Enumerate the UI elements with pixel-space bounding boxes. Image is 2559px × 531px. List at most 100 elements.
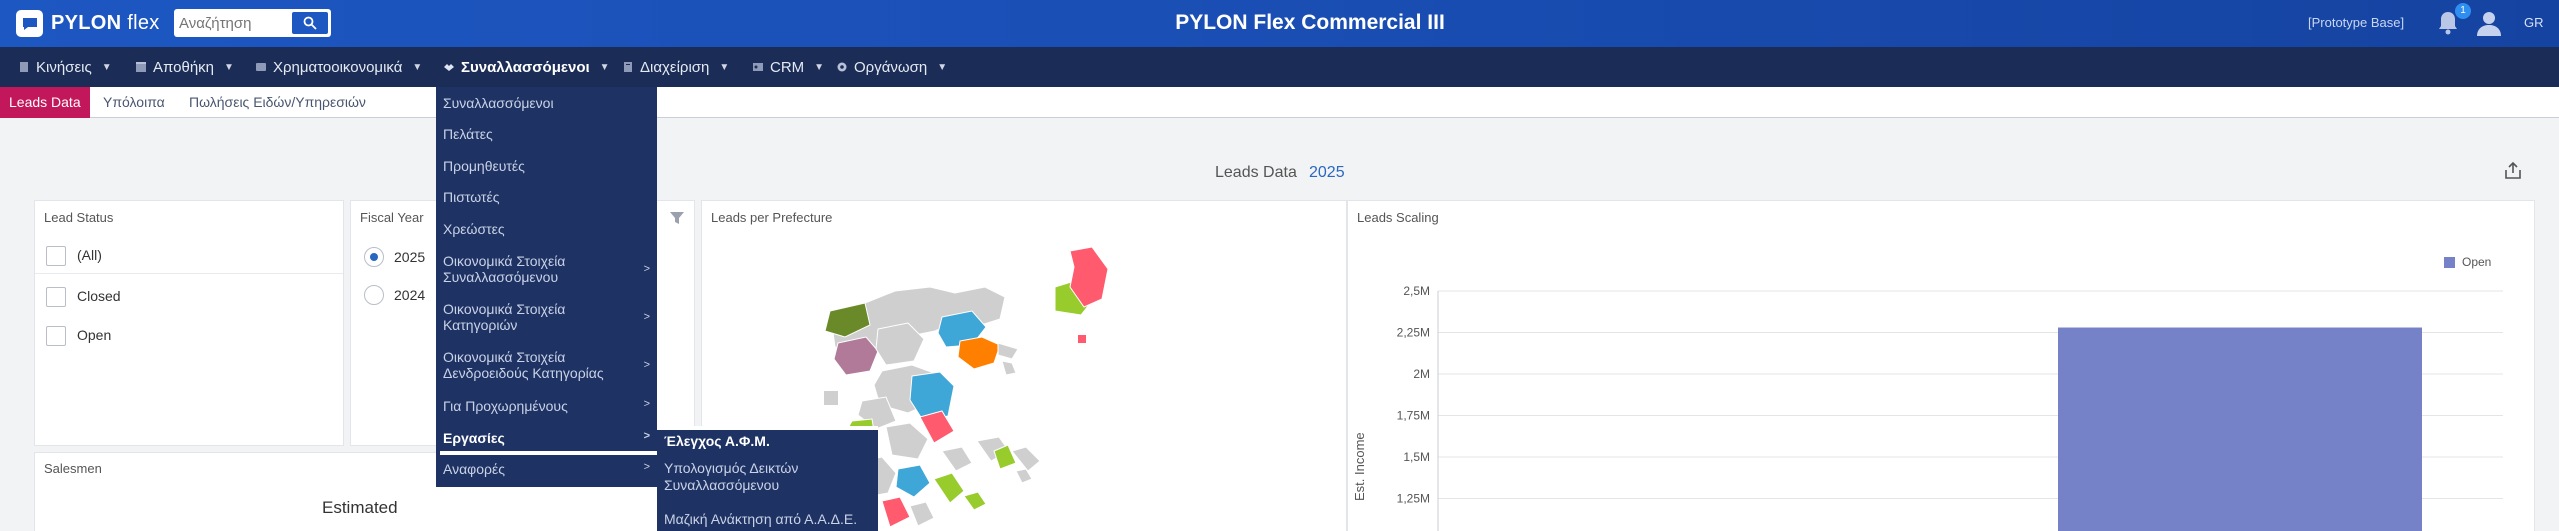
y-tick-label: 1,75M — [1397, 409, 1430, 423]
tab-leads-data[interactable]: Leads Data — [0, 87, 90, 118]
submenu-item-elegxos-afm[interactable]: Έλεγχος Α.Φ.Μ. — [657, 433, 878, 451]
menu-item-pelates[interactable]: Πελάτες — [436, 126, 657, 144]
radio-2025[interactable] — [364, 247, 384, 267]
y-tick-label: 2,5M — [1403, 284, 1430, 298]
ergasies-submenu: Έλεγχος Α.Φ.Μ. Υπολογισμός Δεικτών Συναλ… — [657, 426, 878, 531]
menu-label: Προμηθευτές — [443, 158, 525, 174]
nav-kiniseis[interactable]: Κινήσεις ▼ — [18, 47, 112, 87]
menu-item-ergasies[interactable]: Εργασίες > — [436, 430, 657, 448]
radio-label: 2025 — [394, 249, 426, 265]
bar-chart[interactable]: 1,25M 1,5M 1,75M 2M 2,25M 2,5M — [1348, 201, 2536, 531]
chevron-right-icon: > — [643, 461, 650, 473]
top-header: PYLON flex PYLON Flex Commercial III [Pr… — [0, 0, 2559, 47]
nav-label: CRM — [770, 58, 805, 76]
nav-apothiki[interactable]: Αποθήκη ▼ — [135, 47, 234, 87]
menu-item-oikonomika-katigorion[interactable]: Οικονομικά Στοιχεία Κατηγοριών > — [436, 301, 657, 335]
y-tick-label: 1,5M — [1403, 450, 1430, 464]
menu-item-promitheutes[interactable]: Προμηθευτές — [436, 158, 657, 176]
y-tick-label: 1,25M — [1397, 492, 1430, 506]
chevron-down-icon: ▼ — [412, 61, 423, 73]
menu-label: Εργασίες — [443, 430, 505, 446]
island-corfu — [824, 391, 838, 405]
panel-title: Lead Status — [44, 210, 114, 225]
menu-label: Αναφορές — [443, 461, 505, 477]
option-label: Open — [77, 327, 112, 343]
chevron-down-icon: ▼ — [937, 61, 948, 73]
menu-label: Πιστωτές — [443, 189, 500, 205]
nav-label: Αποθήκη — [153, 58, 215, 76]
prototype-label: [Prototype Base] — [2308, 15, 2405, 30]
menu-item-synallassomenoi[interactable]: Συναλλασσόμενοι — [436, 95, 657, 113]
tab-poliseis[interactable]: Πωλήσεις Ειδών/Υπηρεσιών — [180, 87, 375, 118]
menu-item-anafores[interactable]: Αναφορές > — [436, 461, 657, 479]
tab-ypoloipa[interactable]: Υπόλοιπα — [94, 87, 174, 118]
menu-item-pistotes[interactable]: Πιστωτές — [436, 189, 657, 207]
app-title: PYLON Flex Commercial III — [1175, 11, 1445, 34]
chevron-down-icon: ▼ — [599, 61, 610, 73]
nav-organosi[interactable]: Οργάνωση ▼ — [836, 47, 947, 87]
bar-open[interactable] — [2058, 327, 2422, 531]
language-switch[interactable]: GR — [2524, 15, 2544, 30]
notification-badge: 1 — [2455, 3, 2471, 19]
panel-title: Salesmen — [44, 461, 102, 476]
nav-crm[interactable]: CRM ▼ — [752, 47, 824, 87]
menu-label: Οικονομικά Στοιχεία Δενδροειδούς Κατηγορ… — [443, 349, 604, 381]
main-nav: Κινήσεις ▼ Αποθήκη ▼ Χρηματοοικονομικά ▼ Συ… — [0, 47, 2559, 87]
chevron-right-icon: > — [643, 311, 650, 323]
menu-label: Χρεώστες — [443, 221, 505, 237]
handshake-icon — [444, 64, 454, 71]
filter-option-all[interactable]: (All) — [35, 236, 343, 274]
dashboard-year: 2025 — [1309, 164, 1345, 181]
chevron-right-icon: > — [643, 430, 650, 442]
nav-xrimatooikonomika[interactable]: Χρηματοοικονομικά ▼ — [255, 47, 422, 87]
nav-label: Συναλλασσόμενοι — [461, 58, 590, 76]
menu-item-xreostes[interactable]: Χρεώστες — [436, 221, 657, 239]
export-icon[interactable] — [2503, 161, 2523, 181]
checkbox[interactable] — [46, 246, 66, 266]
warehouse-icon — [136, 62, 146, 72]
radio-2024[interactable] — [364, 285, 384, 305]
crm-icon — [753, 63, 763, 71]
nav-diaxeirisi[interactable]: Διαχείριση ▼ — [622, 47, 729, 87]
nav-synallassomenoi[interactable]: Συναλλασσόμενοι ▼ — [443, 47, 610, 87]
menu-label: Οικονομικά Στοιχεία Κατηγοριών — [443, 301, 566, 333]
active-underline — [440, 451, 657, 455]
submenu-item-ypologismos-deikton[interactable]: Υπολογισμός Δεικτών Συναλλασσόμενου — [657, 460, 878, 496]
panel-title: Fiscal Year — [360, 210, 424, 225]
document-icon — [20, 62, 28, 72]
nav-label: Χρηματοοικονομικά — [273, 58, 403, 76]
nav-label: Διαχείριση — [640, 58, 710, 76]
menu-label: Πελάτες — [443, 126, 493, 142]
y-tick-label: 2,25M — [1397, 326, 1430, 340]
nav-label: Οργάνωση — [854, 58, 928, 76]
user-icon[interactable] — [2476, 10, 2502, 36]
nav-label: Κινήσεις — [36, 58, 92, 76]
checkbox[interactable] — [46, 326, 66, 346]
synallassomenoi-menu: Συναλλασσόμενοι Πελάτες Προμηθευτές Πιστ… — [436, 87, 657, 487]
filter-option-closed[interactable]: Closed — [35, 277, 343, 315]
option-label: Closed — [77, 288, 121, 304]
finance-icon — [256, 63, 266, 71]
menu-label: Συναλλασσόμενοι — [443, 95, 554, 111]
chevron-right-icon: > — [643, 263, 650, 275]
menu-item-oikonomika-synallassomenou[interactable]: Οικονομικά Στοιχεία Συναλλασσόμενου > — [436, 253, 657, 287]
chevron-right-icon: > — [643, 398, 650, 410]
menu-label: Για Προχωρημένους — [443, 398, 568, 414]
filter-option-open[interactable]: Open — [35, 316, 343, 354]
estimated-label: Estimated — [322, 498, 398, 517]
submenu-item-maziki-anaktisi[interactable]: Μαζική Ανάκτηση από Α.Α.Δ.Ε. — [657, 511, 878, 529]
chevron-down-icon: ▼ — [814, 61, 825, 73]
gear-icon — [837, 62, 847, 72]
leads-scaling-panel: Leads Scaling Open Est. Income 1,25M 1,5M… — [1347, 200, 2535, 531]
chevron-down-icon: ▼ — [719, 61, 730, 73]
chevron-down-icon: ▼ — [101, 61, 112, 73]
chevron-right-icon: > — [643, 359, 650, 371]
menu-item-oikonomika-dendroeidous[interactable]: Οικονομικά Στοιχεία Δενδροειδούς Κατηγορ… — [436, 349, 657, 383]
filter-icon[interactable] — [669, 210, 685, 226]
menu-item-proxorimenous[interactable]: Για Προχωρημένους > — [436, 398, 657, 416]
lead-status-panel: Lead Status (All) Closed Open — [34, 200, 344, 446]
checkbox[interactable] — [46, 287, 66, 307]
radio-label: 2024 — [394, 287, 426, 303]
island-samothrace — [1078, 335, 1086, 343]
dashboard-title: Leads Data — [1215, 164, 1297, 181]
